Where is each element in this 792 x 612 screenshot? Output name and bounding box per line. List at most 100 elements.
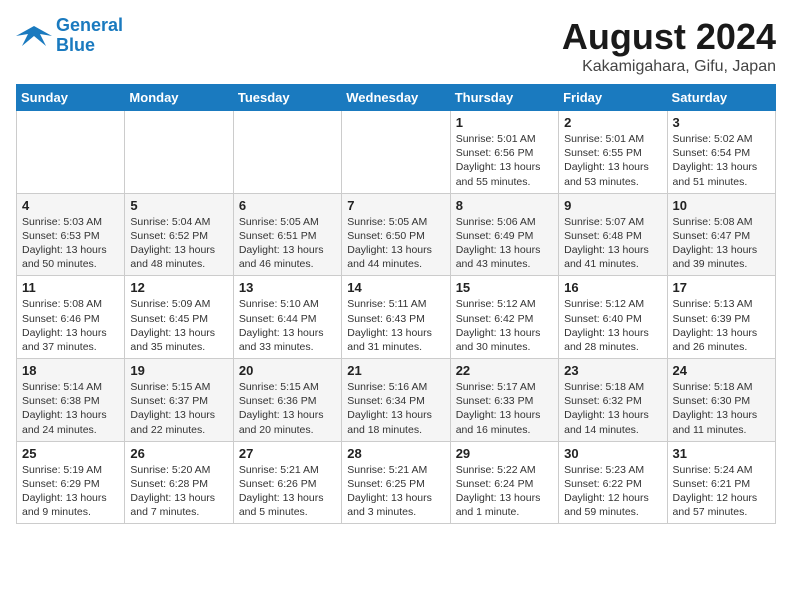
day-info: Sunrise: 5:20 AM Sunset: 6:28 PM Dayligh… [130,463,227,520]
day-info: Sunrise: 5:02 AM Sunset: 6:54 PM Dayligh… [673,132,770,189]
day-info: Sunrise: 5:08 AM Sunset: 6:47 PM Dayligh… [673,215,770,272]
calendar-cell: 2 Sunrise: 5:01 AM Sunset: 6:55 PM Daylig… [559,111,667,194]
day-info: Sunrise: 5:16 AM Sunset: 6:34 PM Dayligh… [347,380,444,437]
day-number: 16 [564,280,661,295]
weekday-header-row: SundayMondayTuesdayWednesdayThursdayFrid… [17,85,776,111]
day-number: 2 [564,115,661,130]
calendar-cell: 18Sunrise: 5:14 AM Sunset: 6:38 PM Dayli… [17,359,125,442]
day-info: Sunrise: 5:01 AM Sunset: 6:55 PM Dayligh… [564,132,661,189]
calendar-cell: 11 Sunrise: 5:08 AM Sunset: 6:46 PM Dayli… [17,276,125,359]
calendar-cell: 28Sunrise: 5:21 AM Sunset: 6:25 PM Dayli… [342,441,450,524]
day-number: 9 [564,198,661,213]
day-info: Sunrise: 5:22 AM Sunset: 6:24 PM Dayligh… [456,463,553,520]
calendar-week-row: 1 Sunrise: 5:01 AM Sunset: 6:56 PM Daylig… [17,111,776,194]
day-number: 24 [673,363,770,378]
day-info: Sunrise: 5:07 AM Sunset: 6:48 PM Dayligh… [564,215,661,272]
day-info: Sunrise: 5:21 AM Sunset: 6:26 PM Dayligh… [239,463,336,520]
day-info: Sunrise: 5:04 AM Sunset: 6:52 PM Dayligh… [130,215,227,272]
calendar-cell: 17 Sunrise: 5:13 AM Sunset: 6:39 PM Dayli… [667,276,775,359]
calendar-cell: 20Sunrise: 5:15 AM Sunset: 6:36 PM Dayli… [233,359,341,442]
day-number: 29 [456,446,553,461]
calendar-cell: 7Sunrise: 5:05 AM Sunset: 6:50 PM Daylig… [342,193,450,276]
logo: General Blue [16,16,123,56]
day-number: 11 [22,280,119,295]
day-number: 5 [130,198,227,213]
day-number: 3 [673,115,770,130]
day-info: Sunrise: 5:18 AM Sunset: 6:30 PM Dayligh… [673,380,770,437]
day-info: Sunrise: 5:15 AM Sunset: 6:37 PM Dayligh… [130,380,227,437]
calendar-cell: 27 Sunrise: 5:21 AM Sunset: 6:26 PM Dayli… [233,441,341,524]
day-number: 4 [22,198,119,213]
day-number: 12 [130,280,227,295]
calendar-cell: 16 Sunrise: 5:12 AM Sunset: 6:40 PM Dayli… [559,276,667,359]
day-info: Sunrise: 5:17 AM Sunset: 6:33 PM Dayligh… [456,380,553,437]
calendar-cell [233,111,341,194]
day-number: 15 [456,280,553,295]
logo-text: General Blue [56,16,123,56]
day-info: Sunrise: 5:03 AM Sunset: 6:53 PM Dayligh… [22,215,119,272]
day-info: Sunrise: 5:24 AM Sunset: 6:21 PM Dayligh… [673,463,770,520]
day-number: 25 [22,446,119,461]
weekday-header-friday: Friday [559,85,667,111]
calendar-cell: 22Sunrise: 5:17 AM Sunset: 6:33 PM Dayli… [450,359,558,442]
calendar-cell: 23Sunrise: 5:18 AM Sunset: 6:32 PM Dayli… [559,359,667,442]
day-info: Sunrise: 5:01 AM Sunset: 6:56 PM Dayligh… [456,132,553,189]
day-info: Sunrise: 5:06 AM Sunset: 6:49 PM Dayligh… [456,215,553,272]
calendar-cell: 12 Sunrise: 5:09 AM Sunset: 6:45 PM Dayli… [125,276,233,359]
day-number: 27 [239,446,336,461]
calendar-cell: 15Sunrise: 5:12 AM Sunset: 6:42 PM Dayli… [450,276,558,359]
calendar-cell: 26 Sunrise: 5:20 AM Sunset: 6:28 PM Dayli… [125,441,233,524]
calendar-cell: 19 Sunrise: 5:15 AM Sunset: 6:37 PM Dayli… [125,359,233,442]
day-info: Sunrise: 5:10 AM Sunset: 6:44 PM Dayligh… [239,297,336,354]
weekday-header-wednesday: Wednesday [342,85,450,111]
page-header: General Blue August 2024 Kakamigahara, G… [16,16,776,76]
calendar-cell: 9 Sunrise: 5:07 AM Sunset: 6:48 PM Daylig… [559,193,667,276]
month-title: August 2024 [562,16,776,58]
location-subtitle: Kakamigahara, Gifu, Japan [562,58,776,76]
calendar-table: SundayMondayTuesdayWednesdayThursdayFrid… [16,84,776,524]
day-number: 6 [239,198,336,213]
calendar-cell: 25Sunrise: 5:19 AM Sunset: 6:29 PM Dayli… [17,441,125,524]
day-info: Sunrise: 5:09 AM Sunset: 6:45 PM Dayligh… [130,297,227,354]
calendar-cell [17,111,125,194]
calendar-cell [125,111,233,194]
weekday-header-tuesday: Tuesday [233,85,341,111]
day-info: Sunrise: 5:23 AM Sunset: 6:22 PM Dayligh… [564,463,661,520]
calendar-cell: 31Sunrise: 5:24 AM Sunset: 6:21 PM Dayli… [667,441,775,524]
day-number: 23 [564,363,661,378]
day-number: 18 [22,363,119,378]
calendar-cell: 10 Sunrise: 5:08 AM Sunset: 6:47 PM Dayli… [667,193,775,276]
calendar-week-row: 11 Sunrise: 5:08 AM Sunset: 6:46 PM Dayli… [17,276,776,359]
day-number: 13 [239,280,336,295]
day-info: Sunrise: 5:12 AM Sunset: 6:40 PM Dayligh… [564,297,661,354]
day-info: Sunrise: 5:13 AM Sunset: 6:39 PM Dayligh… [673,297,770,354]
calendar-cell: 3 Sunrise: 5:02 AM Sunset: 6:54 PM Daylig… [667,111,775,194]
calendar-cell [342,111,450,194]
day-info: Sunrise: 5:08 AM Sunset: 6:46 PM Dayligh… [22,297,119,354]
logo-line2: Blue [56,35,95,55]
calendar-cell: 4 Sunrise: 5:03 AM Sunset: 6:53 PM Daylig… [17,193,125,276]
calendar-week-row: 4 Sunrise: 5:03 AM Sunset: 6:53 PM Daylig… [17,193,776,276]
day-number: 21 [347,363,444,378]
day-number: 26 [130,446,227,461]
calendar-cell: 24 Sunrise: 5:18 AM Sunset: 6:30 PM Dayli… [667,359,775,442]
day-number: 30 [564,446,661,461]
logo-icon [16,22,52,50]
day-number: 10 [673,198,770,213]
logo-line1: General [56,15,123,35]
calendar-cell: 6 Sunrise: 5:05 AM Sunset: 6:51 PM Daylig… [233,193,341,276]
calendar-cell: 5 Sunrise: 5:04 AM Sunset: 6:52 PM Daylig… [125,193,233,276]
day-number: 7 [347,198,444,213]
day-number: 20 [239,363,336,378]
day-number: 14 [347,280,444,295]
day-number: 17 [673,280,770,295]
day-number: 1 [456,115,553,130]
day-info: Sunrise: 5:11 AM Sunset: 6:43 PM Dayligh… [347,297,444,354]
title-block: August 2024 Kakamigahara, Gifu, Japan [562,16,776,76]
weekday-header-saturday: Saturday [667,85,775,111]
calendar-week-row: 18Sunrise: 5:14 AM Sunset: 6:38 PM Dayli… [17,359,776,442]
day-info: Sunrise: 5:05 AM Sunset: 6:51 PM Dayligh… [239,215,336,272]
weekday-header-monday: Monday [125,85,233,111]
day-number: 8 [456,198,553,213]
day-number: 19 [130,363,227,378]
